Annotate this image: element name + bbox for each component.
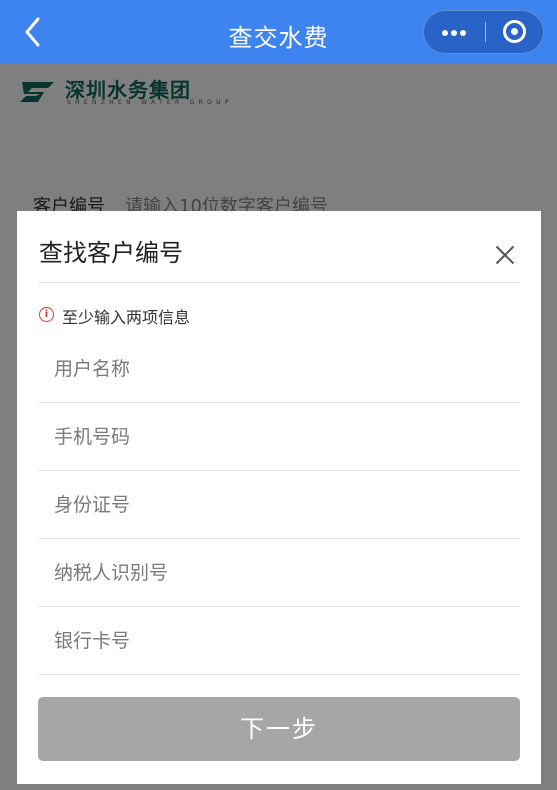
nav-bar: 查交水费	[0, 0, 557, 64]
more-dot	[460, 30, 466, 36]
bank-card-row	[38, 607, 520, 675]
target-dot	[511, 28, 518, 35]
more-menu-button[interactable]	[424, 11, 484, 53]
find-customer-number-sheet: 查找客户编号 i 至少输入两项信息 下一步	[17, 211, 541, 784]
mini-program-capsule	[423, 10, 544, 54]
phone-number-input[interactable]	[38, 403, 520, 471]
close-mini-program-button[interactable]	[486, 11, 544, 53]
user-name-row	[38, 335, 520, 403]
id-number-input[interactable]	[38, 471, 520, 539]
id-number-row	[38, 471, 520, 539]
taxpayer-id-input[interactable]	[38, 539, 520, 607]
user-name-input[interactable]	[38, 335, 520, 403]
divider	[38, 282, 520, 283]
info-circle-icon: i	[39, 307, 54, 322]
more-dot	[451, 30, 457, 36]
sheet-title: 查找客户编号	[39, 239, 183, 267]
next-step-button[interactable]: 下一步	[38, 697, 520, 761]
page-background: 查交水费 深圳水务集团 SHENZHEN WATER GROUP 客户编号 请输…	[0, 0, 557, 790]
more-dots-icon	[442, 30, 448, 36]
bank-card-input[interactable]	[38, 607, 520, 675]
warning-text: 至少输入两项信息	[62, 308, 191, 327]
divider	[38, 674, 520, 675]
phone-number-row	[38, 403, 520, 471]
close-icon[interactable]	[493, 243, 517, 267]
taxpayer-id-row	[38, 539, 520, 607]
